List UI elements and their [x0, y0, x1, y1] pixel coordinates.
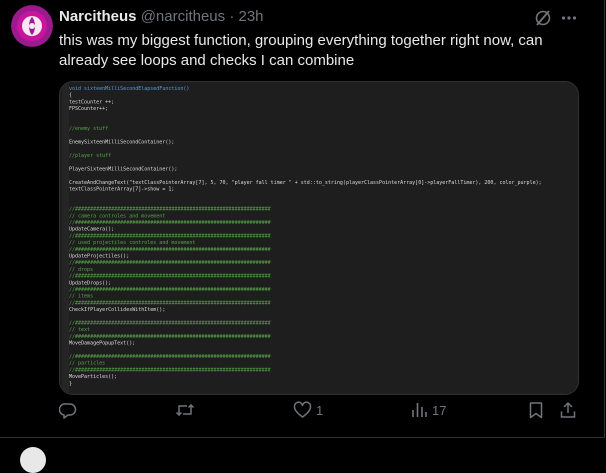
tweet-actions: 1 17	[59, 401, 579, 427]
views-icon	[412, 403, 427, 417]
bookmark-button[interactable]	[528, 401, 544, 419]
code-line: // used projectiles controles and moveme…	[69, 240, 195, 246]
code-line: //######################################…	[69, 247, 271, 253]
code-line: // particles	[69, 361, 105, 367]
code-screenshot: void sixteenMilliSecondElapsedFunction()…	[60, 82, 578, 394]
code-line: //######################################…	[69, 220, 271, 226]
tweet-media[interactable]: void sixteenMilliSecondElapsedFunction()…	[59, 81, 579, 395]
retweet-icon	[175, 403, 195, 417]
code-line: EnemySixteenMilliSecondContainer();	[69, 140, 174, 146]
more-icon[interactable]	[560, 9, 578, 27]
tweet-header: Narcitheus @narcitheus · 23h	[59, 8, 264, 25]
code-line: // camera controles and movement	[69, 213, 165, 219]
avatar-image	[11, 5, 53, 47]
share-icon	[560, 401, 576, 418]
code-line: MoveDamagePopupText();	[69, 341, 135, 347]
code-line: //######################################…	[69, 233, 271, 239]
code-line: FPSCounter++;	[69, 106, 108, 112]
next-tweet-avatar[interactable]	[20, 447, 46, 473]
retweet-button[interactable]	[175, 401, 195, 419]
views-count: 17	[432, 402, 447, 418]
reply-button[interactable]	[59, 401, 77, 419]
share-button[interactable]	[559, 401, 577, 419]
code-line: //######################################…	[69, 207, 271, 213]
author-avatar[interactable]	[11, 5, 53, 47]
code-line: // text	[69, 327, 90, 333]
bookmark-icon	[529, 402, 543, 419]
code-line: //######################################…	[69, 354, 271, 360]
display-name[interactable]: Narcitheus	[59, 8, 137, 25]
code-line: //enemy stuff	[69, 126, 108, 132]
code-line: //######################################…	[69, 287, 271, 293]
like-button[interactable]: 1	[293, 401, 323, 419]
tweet[interactable]: Narcitheus @narcitheus · 23h this was my…	[0, 0, 605, 438]
code-line: PlayerSixteenMilliSecondContainer();	[69, 166, 177, 172]
grok-icon[interactable]	[534, 9, 552, 27]
code-line: void sixteenMilliSecondElapsedFunction()	[69, 86, 189, 92]
code-line: //######################################…	[69, 334, 271, 340]
like-count: 1	[316, 402, 324, 418]
code-line: UpdateDrops();	[69, 280, 111, 286]
code-line: UpdateCamera();	[69, 227, 114, 233]
code-line: }	[69, 381, 72, 387]
code-line: testCounter ++;	[69, 99, 114, 105]
views-button[interactable]: 17	[410, 401, 446, 419]
code-line: // drops	[69, 267, 93, 273]
heart-icon	[293, 401, 312, 418]
code-line: //######################################…	[69, 274, 271, 280]
reply-icon	[59, 403, 77, 419]
timestamp[interactable]: 23h	[238, 8, 263, 25]
handle[interactable]: @narcitheus	[141, 8, 225, 25]
code-line: //######################################…	[69, 300, 271, 306]
header-separator: ·	[229, 8, 235, 25]
code-line: {	[69, 93, 72, 99]
code-line: //player stuff	[69, 153, 111, 159]
code-line: CheckIfPlayerCollidesWithItem();	[69, 307, 165, 313]
code-line: textClassPointerArray[7]->show = 1;	[69, 187, 174, 193]
code-line: //######################################…	[69, 367, 271, 373]
code-line: CreateAndChangeText("textClassPointerArr…	[69, 180, 542, 186]
code-line: MoveParticles();	[69, 374, 117, 380]
code-line: //######################################…	[69, 321, 271, 327]
tweet-text: this was my biggest function, grouping e…	[59, 32, 543, 69]
code-line: UpdateProjectiles();	[69, 254, 129, 260]
code-line: // items	[69, 294, 93, 300]
code-line: //######################################…	[69, 260, 271, 266]
